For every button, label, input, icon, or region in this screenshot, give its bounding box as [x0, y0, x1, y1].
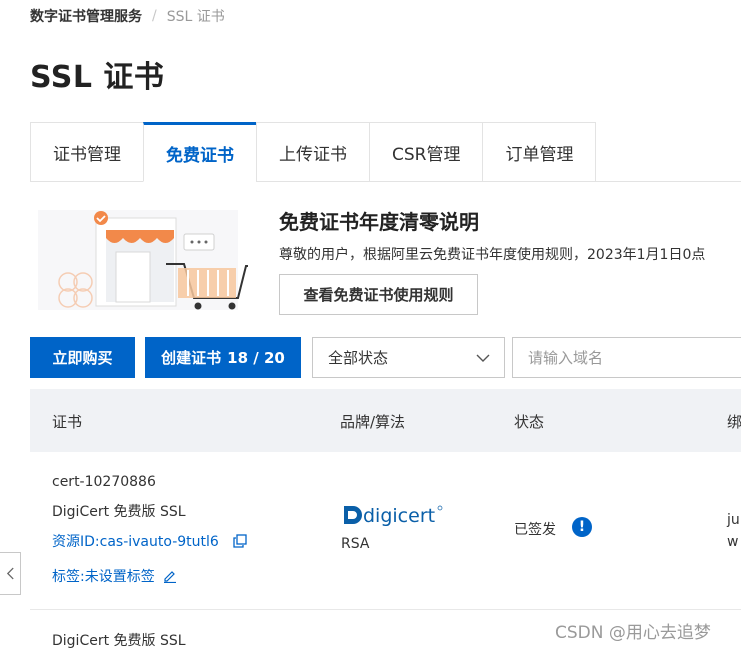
table-header: 证书 品牌/算法 状态 绑 [30, 389, 741, 452]
tag-text: 标签:未设置标签 [52, 569, 155, 585]
cert-name-row2: DigiCert 免费版 SSL [52, 633, 186, 648]
svg-text:digicert: digicert [363, 505, 435, 527]
watermark: CSDN @用心去追梦 [555, 623, 711, 643]
chevron-down-icon [476, 354, 490, 362]
create-cert-label: 创建证书 [161, 349, 222, 367]
create-cert-button[interactable]: 创建证书 18 / 20 [145, 337, 301, 378]
binding-domain-1: ju [727, 512, 740, 528]
sidebar-toggle[interactable] [0, 552, 21, 595]
notice-title: 免费证书年度清零说明 [279, 210, 479, 234]
column-header-brand: 品牌/算法 [340, 413, 406, 431]
resource-id: 资源ID:cas-ivauto-9tutl6 [52, 534, 219, 550]
breadcrumb-current: SSL 证书 [166, 9, 225, 25]
column-header-cert: 证书 [52, 413, 83, 431]
status-select[interactable]: 全部状态 [312, 337, 505, 378]
tab-order-management[interactable]: 订单管理 [482, 122, 597, 182]
column-header-binding: 绑 [727, 413, 741, 431]
cert-id: cert-10270886 [52, 474, 156, 490]
algorithm: RSA [341, 536, 370, 552]
page-title: SSL 证书 [30, 60, 165, 95]
chevron-left-icon [6, 567, 14, 580]
digicert-logo: digicert [344, 505, 443, 527]
status-text: 已签发 [514, 522, 556, 538]
breadcrumb: 数字证书管理服务 / SSL 证书 [30, 6, 225, 26]
shopping-illustration [38, 210, 248, 310]
buy-now-button[interactable]: 立即购买 [30, 337, 135, 378]
view-rules-button[interactable]: 查看免费证书使用规则 [279, 274, 478, 315]
breadcrumb-root[interactable]: 数字证书管理服务 [30, 6, 142, 26]
domain-search-input[interactable]: 请输入域名 [512, 337, 741, 378]
cert-name: DigiCert 免费版 SSL [52, 504, 186, 520]
breadcrumb-separator: / [152, 8, 157, 24]
resource-id-link[interactable]: 资源ID:cas-ivauto-9tutl6 [52, 531, 247, 551]
binding-domain-2: w [727, 534, 739, 550]
tab-upload-cert[interactable]: 上传证书 [256, 122, 369, 182]
status-select-value: 全部状态 [328, 349, 389, 367]
tab-csr-management[interactable]: CSR管理 [369, 122, 483, 182]
tab-free-cert[interactable]: 免费证书 [143, 122, 256, 182]
column-header-status: 状态 [514, 413, 545, 431]
copy-icon[interactable] [233, 534, 247, 548]
tab-cert-management[interactable]: 证书管理 [30, 122, 143, 182]
tag-link[interactable]: 标签:未设置标签 [52, 566, 177, 586]
search-placeholder: 请输入域名 [528, 349, 604, 367]
tab-bar: 证书管理 免费证书 上传证书 CSR管理 订单管理 [30, 122, 597, 182]
notice-text: 尊敬的用户，根据阿里云免费证书年度使用规则，2023年1月1日0点 [279, 247, 706, 263]
table-row: cert-10270886 DigiCert 免费版 SSL 资源ID:cas-… [30, 452, 741, 610]
info-icon[interactable]: ! [572, 517, 592, 537]
create-cert-count: 18 / 20 [227, 348, 285, 367]
edit-icon[interactable] [163, 569, 177, 583]
